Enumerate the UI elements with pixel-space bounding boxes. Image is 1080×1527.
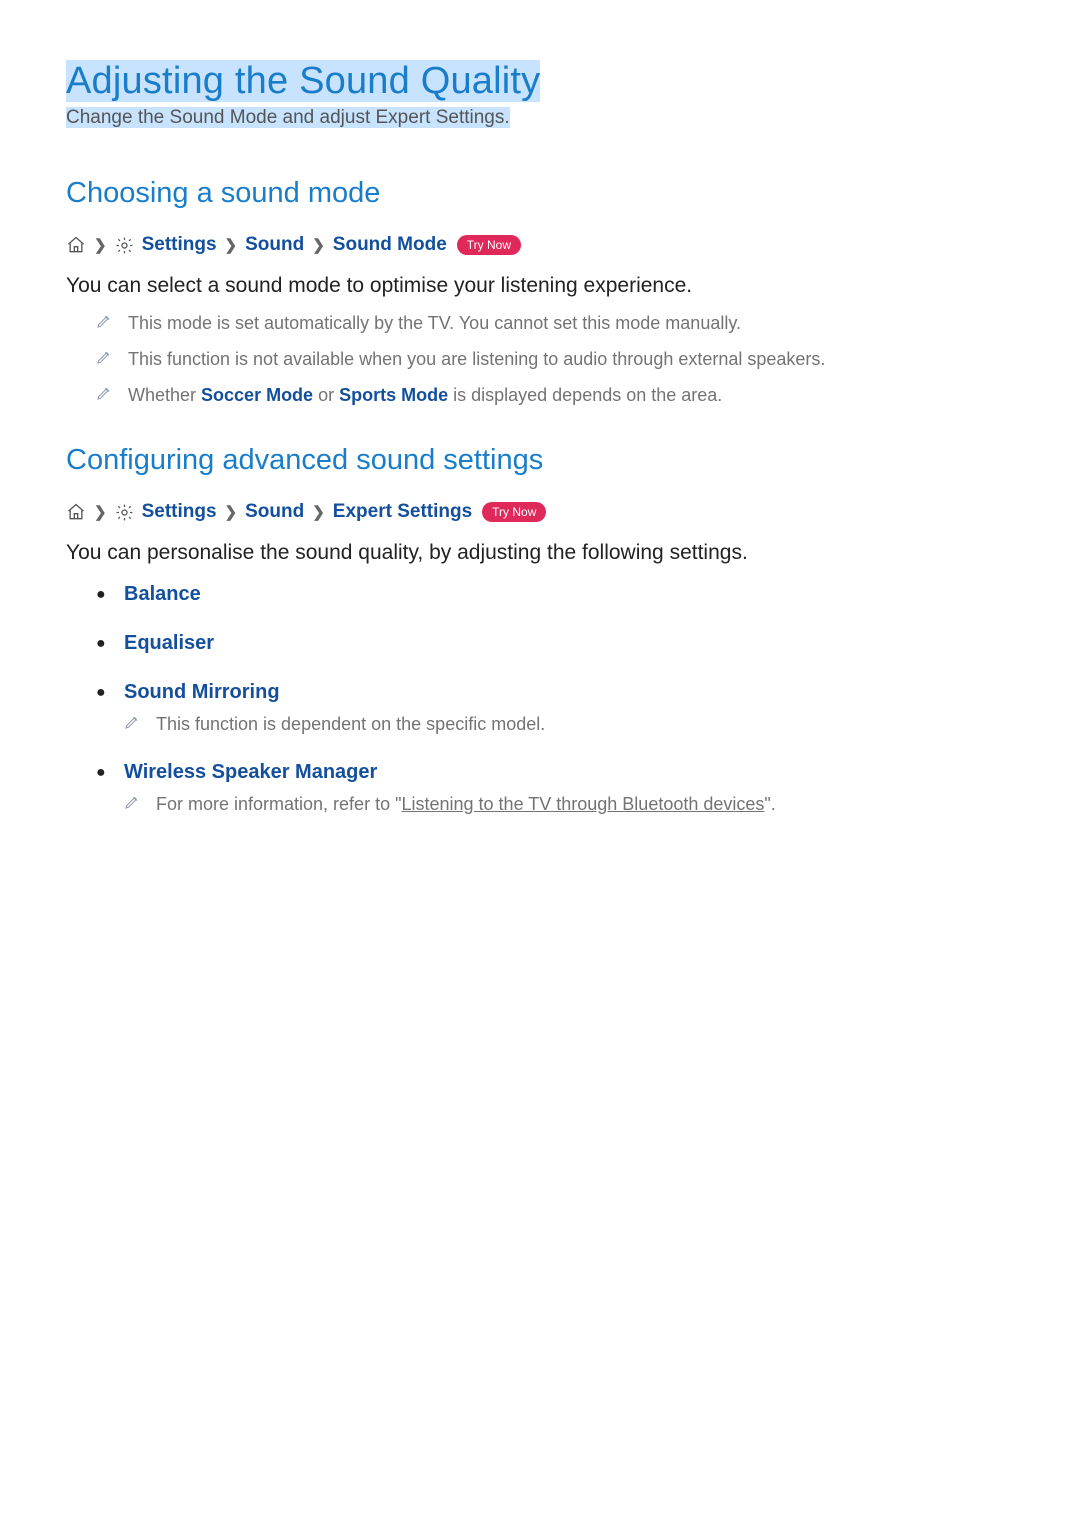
section-heading-sound-mode: Choosing a sound mode [66, 177, 1014, 210]
pen-icon [96, 346, 128, 372]
note-item: Whether Soccer Mode or Sports Mode is di… [96, 382, 1014, 408]
setting-item-balance: ● Balance [96, 583, 1014, 606]
link-equaliser[interactable]: Equaliser [124, 632, 214, 655]
crumb-settings[interactable]: Settings [142, 501, 217, 523]
home-icon [66, 502, 86, 522]
section1-intro: You can select a sound mode to optimise … [66, 274, 1014, 298]
crumb-settings[interactable]: Settings [142, 234, 217, 256]
bullet-icon: ● [96, 683, 124, 703]
chevron-right-icon: ❯ [225, 236, 238, 254]
setting-item-sound-mirroring: ● Sound Mirroring This function is depen… [96, 681, 1014, 735]
page-subtitle: Change the Sound Mode and adjust Expert … [66, 107, 1014, 129]
bullet-icon: ● [96, 763, 124, 783]
chevron-right-icon: ❯ [225, 503, 238, 521]
crumb-expert-settings[interactable]: Expert Settings [333, 501, 472, 523]
setting-item-wireless-speaker: ● Wireless Speaker Manager For more info… [96, 761, 1014, 815]
crumb-sound[interactable]: Sound [245, 234, 304, 256]
link-wireless-speaker-manager[interactable]: Wireless Speaker Manager [124, 761, 377, 784]
page-title: Adjusting the Sound Quality [66, 60, 1014, 103]
breadcrumb-sound-mode: ❯ Settings ❯ Sound ❯ Sound Mode Try Now [66, 234, 1014, 256]
gear-icon [115, 236, 134, 255]
note-item: This function is not available when you … [96, 346, 1014, 372]
gear-icon [115, 503, 134, 522]
setting-item-equaliser: ● Equaliser [96, 632, 1014, 655]
chevron-right-icon: ❯ [94, 236, 107, 254]
link-soccer-mode[interactable]: Soccer Mode [201, 385, 313, 405]
breadcrumb-expert-settings: ❯ Settings ❯ Sound ❯ Expert Settings Try… [66, 501, 1014, 523]
crumb-sound-mode[interactable]: Sound Mode [333, 234, 447, 256]
link-sound-mirroring[interactable]: Sound Mirroring [124, 681, 280, 704]
chevron-right-icon: ❯ [312, 503, 325, 521]
pen-icon [124, 794, 156, 815]
pen-icon [124, 714, 156, 735]
pen-icon [96, 382, 128, 408]
note-item: For more information, refer to "Listenin… [124, 794, 1014, 815]
link-bluetooth-devices[interactable]: Listening to the TV through Bluetooth de… [401, 794, 764, 814]
bullet-icon: ● [96, 634, 124, 654]
note-item: This mode is set automatically by the TV… [96, 310, 1014, 336]
crumb-sound[interactable]: Sound [245, 501, 304, 523]
pen-icon [96, 310, 128, 336]
link-balance[interactable]: Balance [124, 583, 201, 606]
home-icon [66, 235, 86, 255]
section-heading-advanced: Configuring advanced sound settings [66, 444, 1014, 477]
chevron-right-icon: ❯ [94, 503, 107, 521]
bullet-icon: ● [96, 585, 124, 605]
link-sports-mode[interactable]: Sports Mode [339, 385, 448, 405]
section2-intro: You can personalise the sound quality, b… [66, 541, 1014, 565]
chevron-right-icon: ❯ [312, 236, 325, 254]
try-now-badge[interactable]: Try Now [457, 235, 521, 255]
try-now-badge[interactable]: Try Now [482, 502, 546, 522]
note-item: This function is dependent on the specif… [124, 714, 1014, 735]
